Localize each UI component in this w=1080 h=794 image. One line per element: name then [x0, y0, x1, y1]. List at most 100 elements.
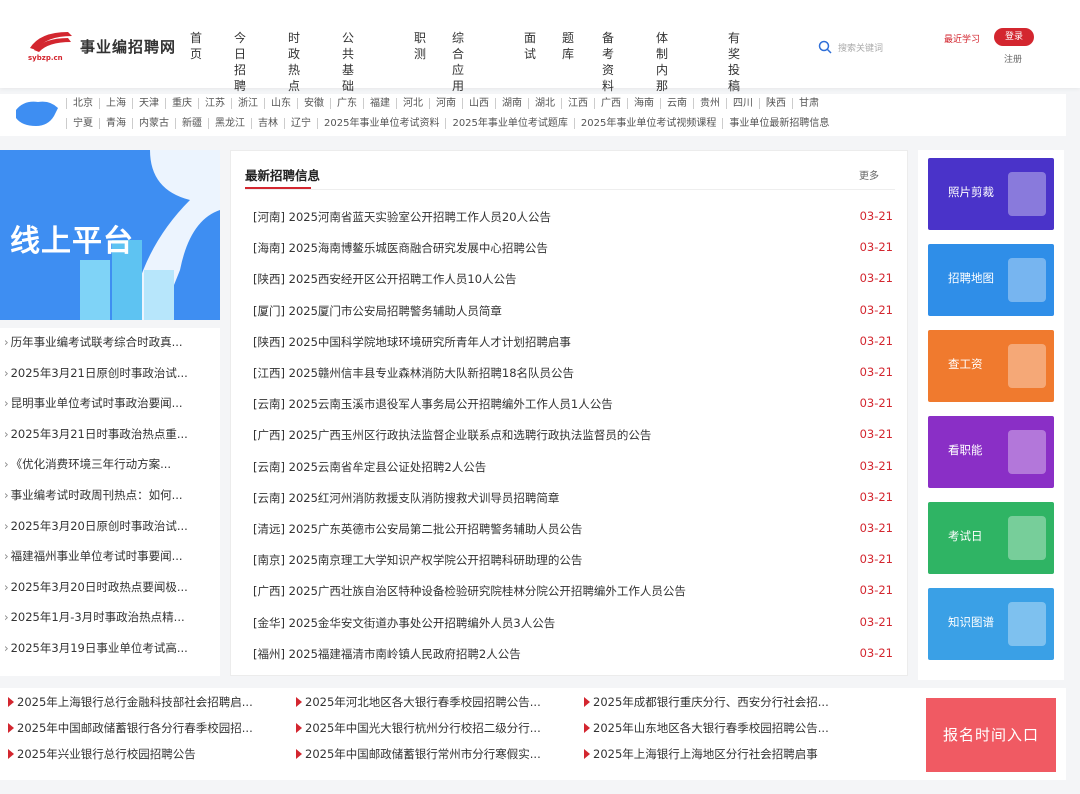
left-list-text[interactable]: 历年事业编考试联考综合时政真...: [11, 335, 183, 349]
region-link[interactable]: 上海: [99, 98, 132, 109]
site-logo[interactable]: 事业编招聘网 sybzp.cn: [28, 26, 188, 66]
tool-card[interactable]: 招聘地图: [928, 244, 1054, 316]
region-link[interactable]: 天津: [132, 98, 165, 109]
left-list-item[interactable]: › 事业编考试时政周刊热点：如何...: [4, 487, 216, 503]
region-link[interactable]: 辽宁: [284, 118, 317, 129]
region-link[interactable]: 江西: [561, 98, 594, 109]
region-link[interactable]: 湖北: [528, 98, 561, 109]
left-list-text[interactable]: 事业编考试时政周刊热点：如何...: [11, 488, 183, 502]
left-list-item[interactable]: › 2025年3月20日时政热点要闻极...: [4, 579, 216, 595]
nav-item-6[interactable]: 面试: [524, 30, 536, 62]
region-link[interactable]: 海南: [627, 98, 660, 109]
region-link[interactable]: 吉林: [251, 118, 284, 129]
bank-item[interactable]: 2025年中国邮政储蓄银行各分行春季校园招...: [8, 720, 288, 736]
region-link[interactable]: 2025年事业单位考试资料: [317, 118, 445, 129]
region-link[interactable]: 山东: [264, 98, 297, 109]
region-link[interactable]: 安徽: [297, 98, 330, 109]
bank-item-text[interactable]: 2025年中国光大银行杭州分行校招二级分行...: [305, 721, 541, 735]
news-item-link[interactable]: [南京] 2025南京理工大学知识产权学院公开招聘科研助理的公告: [253, 552, 582, 568]
region-link[interactable]: 宁夏: [66, 118, 99, 129]
region-link[interactable]: 河北: [396, 98, 429, 109]
apply-entry-button[interactable]: 报名时间入口: [926, 698, 1056, 772]
recent-study-link[interactable]: 最近学习: [944, 34, 984, 47]
left-list-item[interactable]: › 福建福州事业单位考试时事要闻...: [4, 548, 216, 564]
search-placeholder[interactable]: 搜索关键词: [838, 41, 883, 54]
region-link[interactable]: 山西: [462, 98, 495, 109]
left-list-item[interactable]: › 昆明事业单位考试时事政治要闻...: [4, 395, 216, 411]
region-link[interactable]: 云南: [660, 98, 693, 109]
bank-item-text[interactable]: 2025年中国邮政储蓄银行常州市分行寒假实...: [305, 747, 541, 761]
promo-banner[interactable]: 线上平台: [0, 150, 220, 320]
news-item-link[interactable]: [云南] 2025红河州消防救援支队消防搜救犬训导员招聘简章: [253, 490, 559, 506]
news-item-link[interactable]: [广西] 2025广西玉州区行政执法监督企业联系点和选聘行政执法监督员的公告: [253, 427, 651, 443]
left-list-text[interactable]: 福建福州事业单位考试时事要闻...: [11, 549, 183, 563]
bank-item[interactable]: 2025年成都银行重庆分行、西安分行社会招...: [584, 694, 864, 710]
news-item-link[interactable]: [广西] 2025广西壮族自治区特种设备检验研究院桂林分院公开招聘编外工作人员公…: [253, 583, 686, 599]
region-link[interactable]: 陕西: [759, 98, 792, 109]
bank-item[interactable]: 2025年山东地区各大银行春季校园招聘公告...: [584, 720, 864, 736]
left-list-text[interactable]: 昆明事业单位考试时事政治要闻...: [11, 396, 183, 410]
login-button[interactable]: 登录: [994, 28, 1034, 46]
region-link[interactable]: 福建: [363, 98, 396, 109]
region-link[interactable]: 江苏: [198, 98, 231, 109]
news-item-link[interactable]: [海南] 2025海南博鳌乐城医商融合研究发展中心招聘公告: [253, 240, 548, 256]
left-list-text[interactable]: 2025年3月19日事业单位考试高...: [11, 641, 188, 655]
nav-item-0[interactable]: 首页: [190, 30, 202, 62]
bank-item[interactable]: 2025年上海银行上海地区分行社会招聘启事: [584, 746, 864, 762]
region-link[interactable]: 2025年事业单位考试视频课程: [573, 118, 722, 129]
region-link[interactable]: 浙江: [231, 98, 264, 109]
region-link[interactable]: 贵州: [693, 98, 726, 109]
bank-item-text[interactable]: 2025年中国邮政储蓄银行各分行春季校园招...: [17, 721, 253, 735]
nav-item-2[interactable]: 时政 热点: [288, 30, 300, 94]
news-item-link[interactable]: [福州] 2025福建福清市南岭镇人民政府招聘2人公告: [253, 646, 521, 662]
tool-card[interactable]: 查工资: [928, 330, 1054, 402]
tool-card[interactable]: 照片剪裁: [928, 158, 1054, 230]
bank-item[interactable]: 2025年中国光大银行杭州分行校招二级分行...: [296, 720, 576, 736]
left-list-item[interactable]: › 2025年3月21日原创时事政治试...: [4, 365, 216, 381]
left-list-item[interactable]: › 2025年3月20日原创时事政治试...: [4, 518, 216, 534]
search-box[interactable]: 搜索关键词: [818, 38, 928, 56]
region-link[interactable]: 青海: [99, 118, 132, 129]
region-link[interactable]: 黑龙江: [208, 118, 251, 129]
bank-item-text[interactable]: 2025年山东地区各大银行春季校园招聘公告...: [593, 721, 829, 735]
nav-item-4[interactable]: 职测: [414, 30, 426, 62]
region-link[interactable]: 重庆: [165, 98, 198, 109]
left-list-text[interactable]: 2025年3月21日原创时事政治试...: [11, 366, 188, 380]
bank-item[interactable]: 2025年中国邮政储蓄银行常州市分行寒假实...: [296, 746, 576, 762]
search-icon[interactable]: [818, 40, 832, 54]
news-item-link[interactable]: [云南] 2025云南省牟定县公证处招聘2人公告: [253, 459, 486, 475]
left-list-text[interactable]: 2025年1月-3月时事政治热点精...: [11, 610, 185, 624]
news-item-link[interactable]: [河南] 2025河南省蓝天实验室公开招聘工作人员20人公告: [253, 209, 551, 225]
tool-card[interactable]: 考试日: [928, 502, 1054, 574]
bank-item-text[interactable]: 2025年成都银行重庆分行、西安分行社会招...: [593, 695, 829, 709]
region-link[interactable]: 新疆: [175, 118, 208, 129]
left-list-text[interactable]: 2025年3月21日时事政治热点重...: [11, 427, 188, 441]
tool-card[interactable]: 看职能: [928, 416, 1054, 488]
left-list-item[interactable]: › 2025年1月-3月时事政治热点精...: [4, 609, 216, 625]
bank-item[interactable]: 2025年上海银行总行金融科技部社会招聘启...: [8, 694, 288, 710]
bank-item-text[interactable]: 2025年上海银行上海地区分行社会招聘启事: [593, 747, 818, 761]
more-link[interactable]: 更多: [859, 167, 879, 182]
region-link[interactable]: 广东: [330, 98, 363, 109]
region-link[interactable]: 2025年事业单位考试题库: [445, 118, 573, 129]
region-link[interactable]: 广西: [594, 98, 627, 109]
region-link[interactable]: 北京: [66, 98, 99, 109]
news-item-link[interactable]: [金华] 2025金华安文街道办事处公开招聘编外人员3人公告: [253, 615, 555, 631]
left-list-item[interactable]: › 《优化消费环境三年行动方案...: [4, 456, 216, 472]
nav-item-8[interactable]: 备考 资料: [602, 30, 614, 94]
region-link[interactable]: 湖南: [495, 98, 528, 109]
left-list-item[interactable]: › 2025年3月19日事业单位考试高...: [4, 640, 216, 656]
region-link[interactable]: 事业单位最新招聘信息: [722, 118, 835, 129]
region-link[interactable]: 河南: [429, 98, 462, 109]
region-link[interactable]: 四川: [726, 98, 759, 109]
left-list-item[interactable]: › 历年事业编考试联考综合时政真...: [4, 334, 216, 350]
news-item-link[interactable]: [厦门] 2025厦门市公安局招聘警务辅助人员简章: [253, 303, 502, 319]
nav-item-1[interactable]: 今日 招聘: [234, 30, 246, 94]
news-item-link[interactable]: [江西] 2025赣州信丰县专业森林消防大队新招聘18名队员公告: [253, 365, 574, 381]
tool-card[interactable]: 知识图谱: [928, 588, 1054, 660]
news-item-link[interactable]: [清远] 2025广东英德市公安局第二批公开招聘警务辅助人员公告: [253, 521, 582, 537]
news-item-link[interactable]: [陕西] 2025中国科学院地球环境研究所青年人才计划招聘启事: [253, 334, 571, 350]
region-link[interactable]: 内蒙古: [132, 118, 175, 129]
bank-item-text[interactable]: 2025年兴业银行总行校园招聘公告: [17, 747, 196, 761]
nav-item-10[interactable]: 有奖 投稿: [728, 30, 740, 94]
